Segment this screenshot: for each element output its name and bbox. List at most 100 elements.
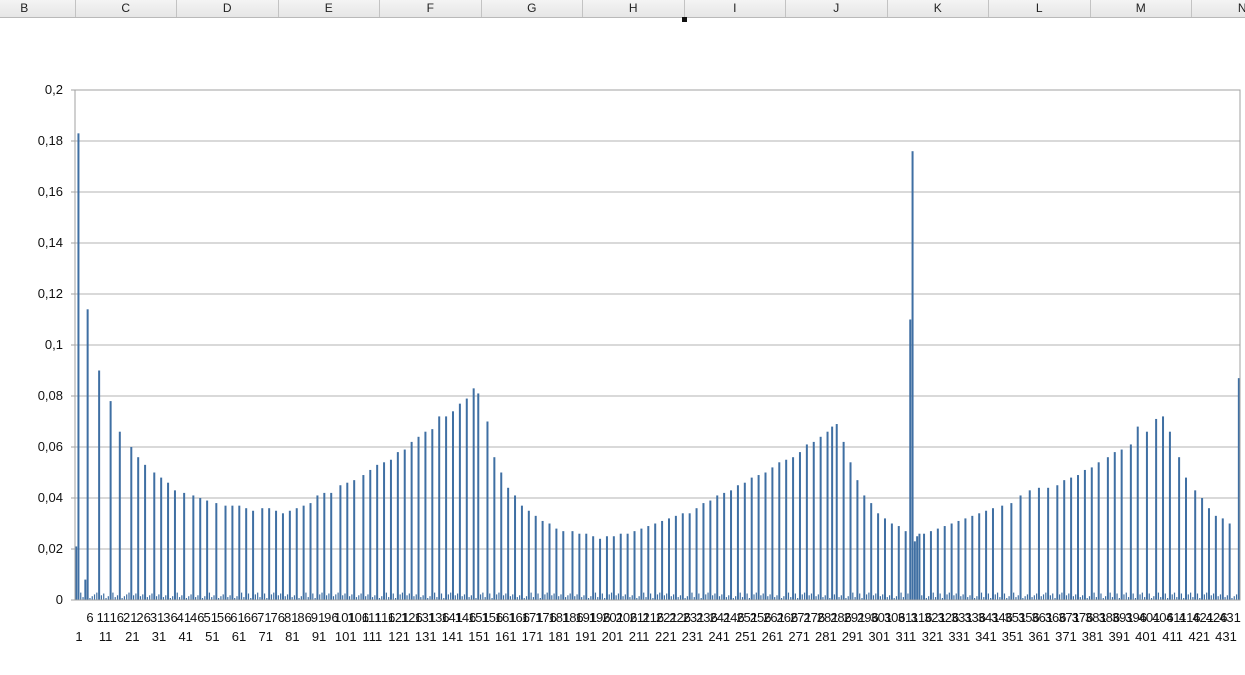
minor-bar xyxy=(326,595,328,600)
data-bar xyxy=(667,518,670,600)
data-bar xyxy=(688,513,691,600)
data-bar xyxy=(612,536,615,600)
data-bar xyxy=(1077,475,1080,600)
x-tick-label: 81 xyxy=(285,629,299,644)
column-header-d[interactable]: D xyxy=(177,0,279,17)
column-header-m[interactable]: M xyxy=(1091,0,1192,17)
minor-bar xyxy=(335,594,337,600)
minor-bar xyxy=(1040,596,1042,600)
x-tick-label: 51 xyxy=(205,629,219,644)
data-bar xyxy=(323,492,326,600)
minor-bar xyxy=(128,592,130,600)
x-tick-label: 1 xyxy=(75,629,82,644)
data-bar xyxy=(477,393,480,600)
data-bar xyxy=(541,520,544,600)
minor-bar xyxy=(263,593,266,600)
column-header-n[interactable]: N xyxy=(1192,0,1245,17)
data-bar xyxy=(167,482,170,600)
minor-bar xyxy=(824,595,826,600)
minor-bar xyxy=(188,596,190,600)
minor-bar xyxy=(96,592,98,600)
minor-bar xyxy=(705,594,707,600)
column-header-c[interactable]: C xyxy=(76,0,177,17)
minor-bar xyxy=(525,596,528,600)
data-bar xyxy=(890,523,893,600)
data-bar xyxy=(500,472,503,600)
minor-bar xyxy=(1036,593,1038,600)
minor-bar xyxy=(158,594,160,600)
data-bar xyxy=(330,492,333,600)
minor-bar xyxy=(434,592,436,600)
minor-bar xyxy=(502,595,505,600)
data-bar xyxy=(309,503,312,600)
minor-bar xyxy=(1171,594,1173,600)
data-bar xyxy=(695,508,698,600)
minor-bar xyxy=(337,592,339,600)
column-header-h[interactable]: H xyxy=(583,0,685,17)
minor-bar xyxy=(408,593,410,600)
minor-bar xyxy=(721,594,723,600)
column-header-l[interactable]: L xyxy=(989,0,1091,17)
minor-bar xyxy=(686,596,688,600)
column-header-i[interactable]: I xyxy=(685,0,786,17)
minor-bar xyxy=(103,593,105,600)
x-tick-label: 371 xyxy=(1055,629,1077,644)
y-tick-label: 0,04 xyxy=(38,490,63,505)
minor-bar xyxy=(615,595,617,600)
data-bar xyxy=(1019,495,1022,600)
data-bar xyxy=(458,403,461,600)
data-bar xyxy=(520,505,523,600)
minor-bar xyxy=(321,592,323,600)
data-bar xyxy=(826,431,829,600)
bar-chart[interactable]: 00,020,040,060,080,10,120,140,160,180,2 … xyxy=(0,22,1245,675)
minor-bar xyxy=(551,595,553,600)
data-bar xyxy=(819,436,822,600)
minor-bar xyxy=(840,595,842,600)
x-tick-label: 41 xyxy=(177,610,191,625)
x-tick-label: 161 xyxy=(495,629,517,644)
minor-bar xyxy=(617,593,620,600)
minor-bar xyxy=(286,594,289,600)
minor-bar xyxy=(801,594,803,600)
data-bar xyxy=(1228,523,1231,600)
column-header-k[interactable]: K xyxy=(888,0,989,17)
data-bar xyxy=(417,436,420,600)
x-tick-label: 411 xyxy=(1162,629,1183,644)
data-bar xyxy=(86,309,89,600)
data-bar xyxy=(883,518,886,600)
data-bar xyxy=(1083,469,1086,600)
minor-bar xyxy=(622,596,624,600)
x-tick-label: 46 xyxy=(190,610,204,625)
data-bar xyxy=(798,452,801,600)
data-bar xyxy=(1214,515,1217,600)
data-bar xyxy=(173,490,176,600)
column-header-e[interactable]: E xyxy=(279,0,380,17)
x-tick-label: 361 xyxy=(1028,629,1050,644)
minor-bar xyxy=(569,593,571,600)
column-header-g[interactable]: G xyxy=(482,0,583,17)
column-header-b[interactable]: B xyxy=(0,0,76,17)
minor-bar xyxy=(932,592,934,600)
minor-bar xyxy=(1157,592,1160,600)
minor-bar xyxy=(808,595,810,600)
data-bar xyxy=(534,515,537,600)
minor-bar xyxy=(236,596,238,600)
minor-bar xyxy=(810,593,813,600)
x-tick-label: 221 xyxy=(655,629,677,644)
minor-bar xyxy=(463,594,466,600)
minor-bar xyxy=(348,596,351,600)
x-tick-label: 26 xyxy=(136,610,150,625)
minor-bar xyxy=(567,595,569,600)
column-header-j[interactable]: J xyxy=(786,0,888,17)
data-bar xyxy=(571,531,574,600)
minor-bar xyxy=(946,594,948,600)
x-tick-label: 81 xyxy=(284,610,298,625)
data-bar xyxy=(785,459,788,600)
minor-bar xyxy=(374,595,376,600)
x-tick-label: 101 xyxy=(335,629,357,644)
y-tick-label: 0,02 xyxy=(38,541,63,556)
column-header-f[interactable]: F xyxy=(380,0,482,17)
data-bar xyxy=(224,505,227,600)
data-bar xyxy=(1070,477,1073,600)
data-bar xyxy=(812,441,815,600)
